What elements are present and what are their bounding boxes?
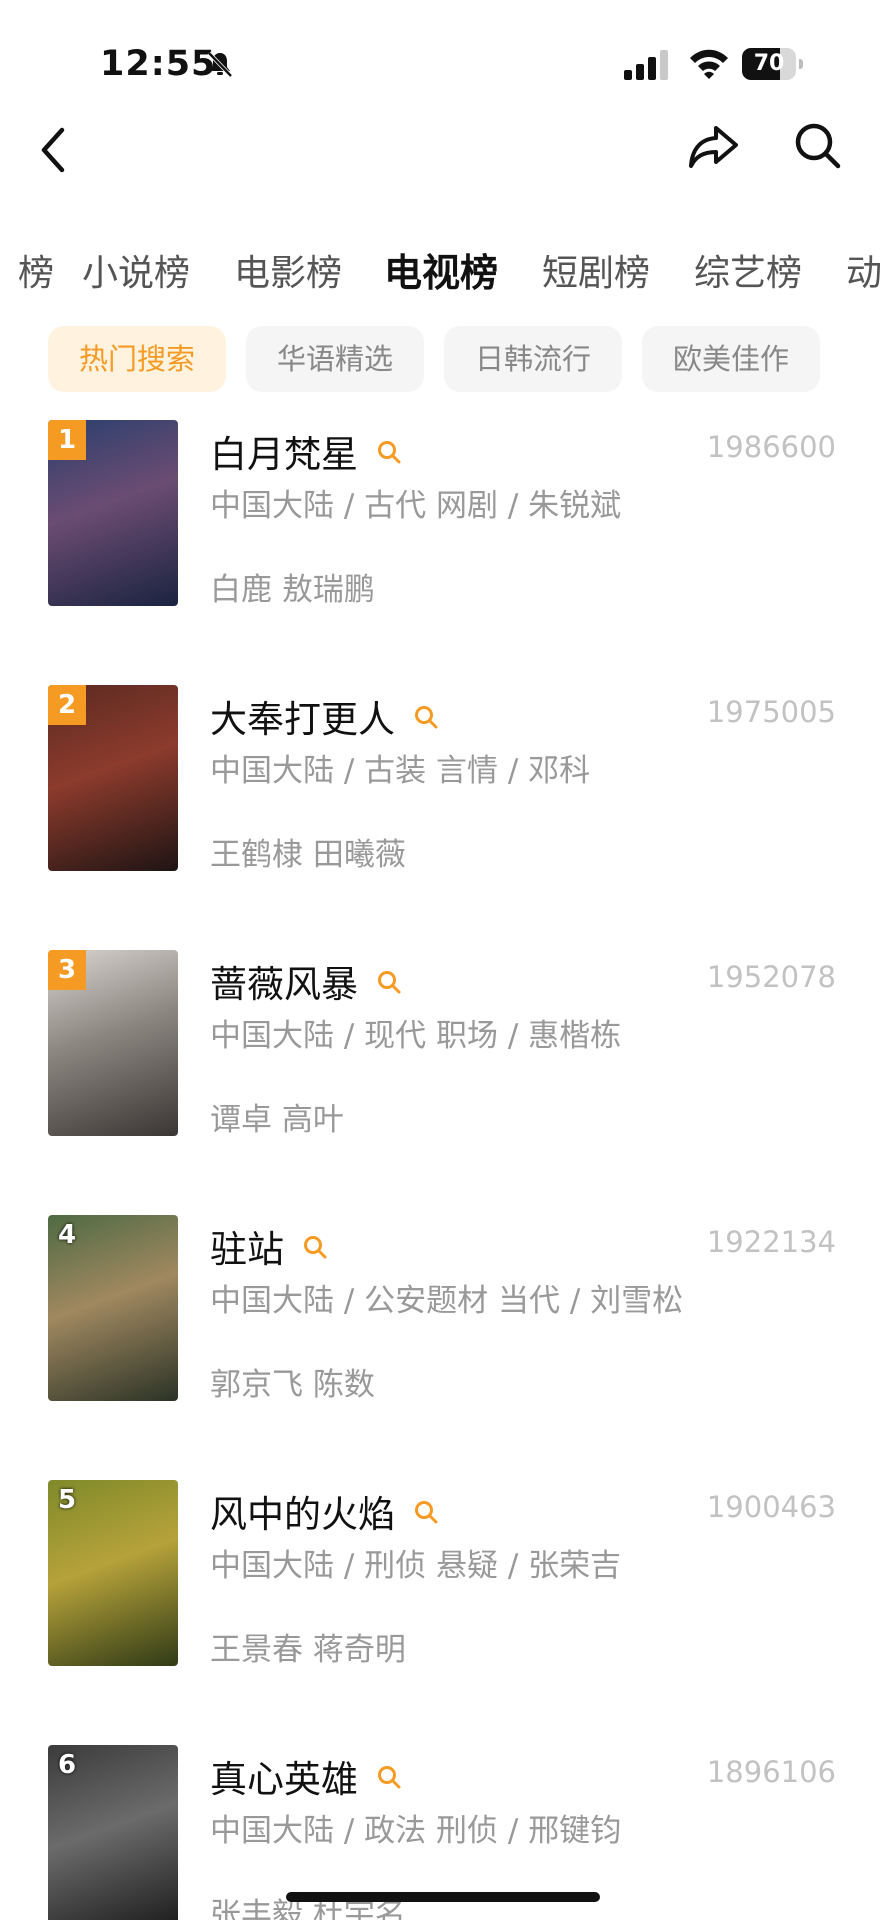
item-title-text: 大奉打更人 [210, 698, 395, 741]
item-title: 白月梵星 [210, 424, 402, 478]
search-icon [415, 706, 438, 729]
bell-off-icon [207, 51, 233, 78]
poster-image: 1 [48, 420, 178, 606]
tv-ranking-screen: 12:55 70 榜 小说榜 电影榜 电视榜 短剧榜 综艺榜 动 热门搜索 华语… [0, 0, 884, 1920]
share-arrow-icon[interactable] [686, 118, 742, 174]
status-bar: 12:55 70 [0, 0, 884, 120]
battery-percentage: 70 [753, 51, 785, 76]
poster-image: 4 [48, 1215, 178, 1401]
status-time: 12:55 [100, 44, 217, 84]
item-title: 大奉打更人 [210, 689, 439, 743]
item-cast: 王景春 蒋奇明 [210, 1632, 406, 1668]
item-meta: 中国大陆 / 古代 网剧 / 朱锐斌 [210, 488, 622, 524]
item-cast: 白鹿 敖瑞鹏 [210, 572, 375, 608]
item-title-text: 风中的火焰 [210, 1493, 395, 1536]
item-title-text: 蔷薇风暴 [210, 963, 358, 1006]
tab-partial-left[interactable]: 榜 [18, 244, 54, 296]
search-icon [304, 1236, 327, 1259]
search-count: 1986600 [706, 430, 836, 464]
rank-badge: 6 [57, 1750, 77, 1780]
item-cast: 王鹤棣 田曦薇 [210, 837, 406, 873]
item-meta: 中国大陆 / 现代 职场 / 惠楷栋 [210, 1018, 622, 1054]
rank-badge: 2 [48, 685, 86, 725]
list-item[interactable]: 4 驻站 1922134 中国大陆 / 公安题材 当代 / 刘雪松 郭京飞 陈数 [0, 1215, 884, 1480]
item-title: 驻站 [210, 1219, 328, 1273]
battery-body: 70 [742, 48, 796, 80]
search-count: 1952078 [706, 960, 836, 994]
tab-movie[interactable]: 电影榜 [234, 244, 342, 296]
list-item[interactable]: 2 大奉打更人 1975005 中国大陆 / 古装 言情 / 邓科 王鹤棣 田曦… [0, 685, 884, 950]
rank-badge: 3 [48, 950, 86, 990]
item-title-text: 驻站 [210, 1228, 284, 1271]
search-icon [415, 1501, 438, 1524]
item-cast: 谭卓 高叶 [210, 1102, 344, 1138]
battery-icon: 70 [742, 48, 804, 80]
item-title: 风中的火焰 [210, 1484, 439, 1538]
search-icon [378, 971, 401, 994]
item-meta: 中国大陆 / 政法 刑侦 / 邢键钧 [210, 1813, 622, 1849]
item-meta: 中国大陆 / 刑侦 悬疑 / 张荣吉 [210, 1548, 622, 1584]
item-meta: 中国大陆 / 公安题材 当代 / 刘雪松 [210, 1283, 684, 1319]
category-tabs: 榜 小说榜 电影榜 电视榜 短剧榜 综艺榜 动 [0, 232, 884, 302]
search-count: 1975005 [706, 695, 836, 729]
tab-tv[interactable]: 电视榜 [384, 242, 498, 297]
item-cast: 郭京飞 陈数 [210, 1367, 375, 1403]
item-title-text: 真心英雄 [210, 1758, 358, 1801]
poster-image: 2 [48, 685, 178, 871]
poster-image: 5 [48, 1480, 178, 1666]
item-title: 真心英雄 [210, 1749, 402, 1803]
cellular-signal-icon [624, 50, 668, 80]
search-count: 1922134 [706, 1225, 836, 1259]
wifi-icon [690, 49, 728, 79]
search-icon [378, 441, 401, 464]
filter-jp-kr-popular[interactable]: 日韩流行 [444, 326, 622, 392]
rank-badge: 4 [57, 1220, 77, 1250]
filter-chinese-picks[interactable]: 华语精选 [246, 326, 424, 392]
rank-badge: 5 [57, 1485, 77, 1515]
tab-variety[interactable]: 综艺榜 [694, 244, 802, 296]
tab-novel[interactable]: 小说榜 [82, 244, 190, 296]
poster-image: 3 [48, 950, 178, 1136]
search-count: 1900463 [706, 1490, 836, 1524]
list-item[interactable]: 3 蔷薇风暴 1952078 中国大陆 / 现代 职场 / 惠楷栋 谭卓 高叶 [0, 950, 884, 1215]
search-icon[interactable] [790, 118, 846, 174]
poster-image: 6 [48, 1745, 178, 1920]
battery-tip [799, 59, 803, 69]
list-item[interactable]: 5 风中的火焰 1900463 中国大陆 / 刑侦 悬疑 / 张荣吉 王景春 蒋… [0, 1480, 884, 1745]
chevron-left-icon[interactable] [34, 120, 74, 180]
filter-hot-search[interactable]: 热门搜索 [48, 326, 226, 392]
search-count: 1896106 [706, 1755, 836, 1789]
search-icon [378, 1766, 401, 1789]
home-indicator [286, 1892, 600, 1902]
list-item[interactable]: 1 白月梵星 1986600 中国大陆 / 古代 网剧 / 朱锐斌 白鹿 敖瑞鹏 [0, 420, 884, 685]
item-title: 蔷薇风暴 [210, 954, 402, 1008]
item-meta: 中国大陆 / 古装 言情 / 邓科 [210, 753, 591, 789]
filter-western-picks[interactable]: 欧美佳作 [642, 326, 820, 392]
tab-partial-right[interactable]: 动 [846, 244, 882, 296]
rank-badge: 1 [48, 420, 86, 460]
tab-short-drama[interactable]: 短剧榜 [542, 244, 650, 296]
item-title-text: 白月梵星 [210, 433, 358, 476]
